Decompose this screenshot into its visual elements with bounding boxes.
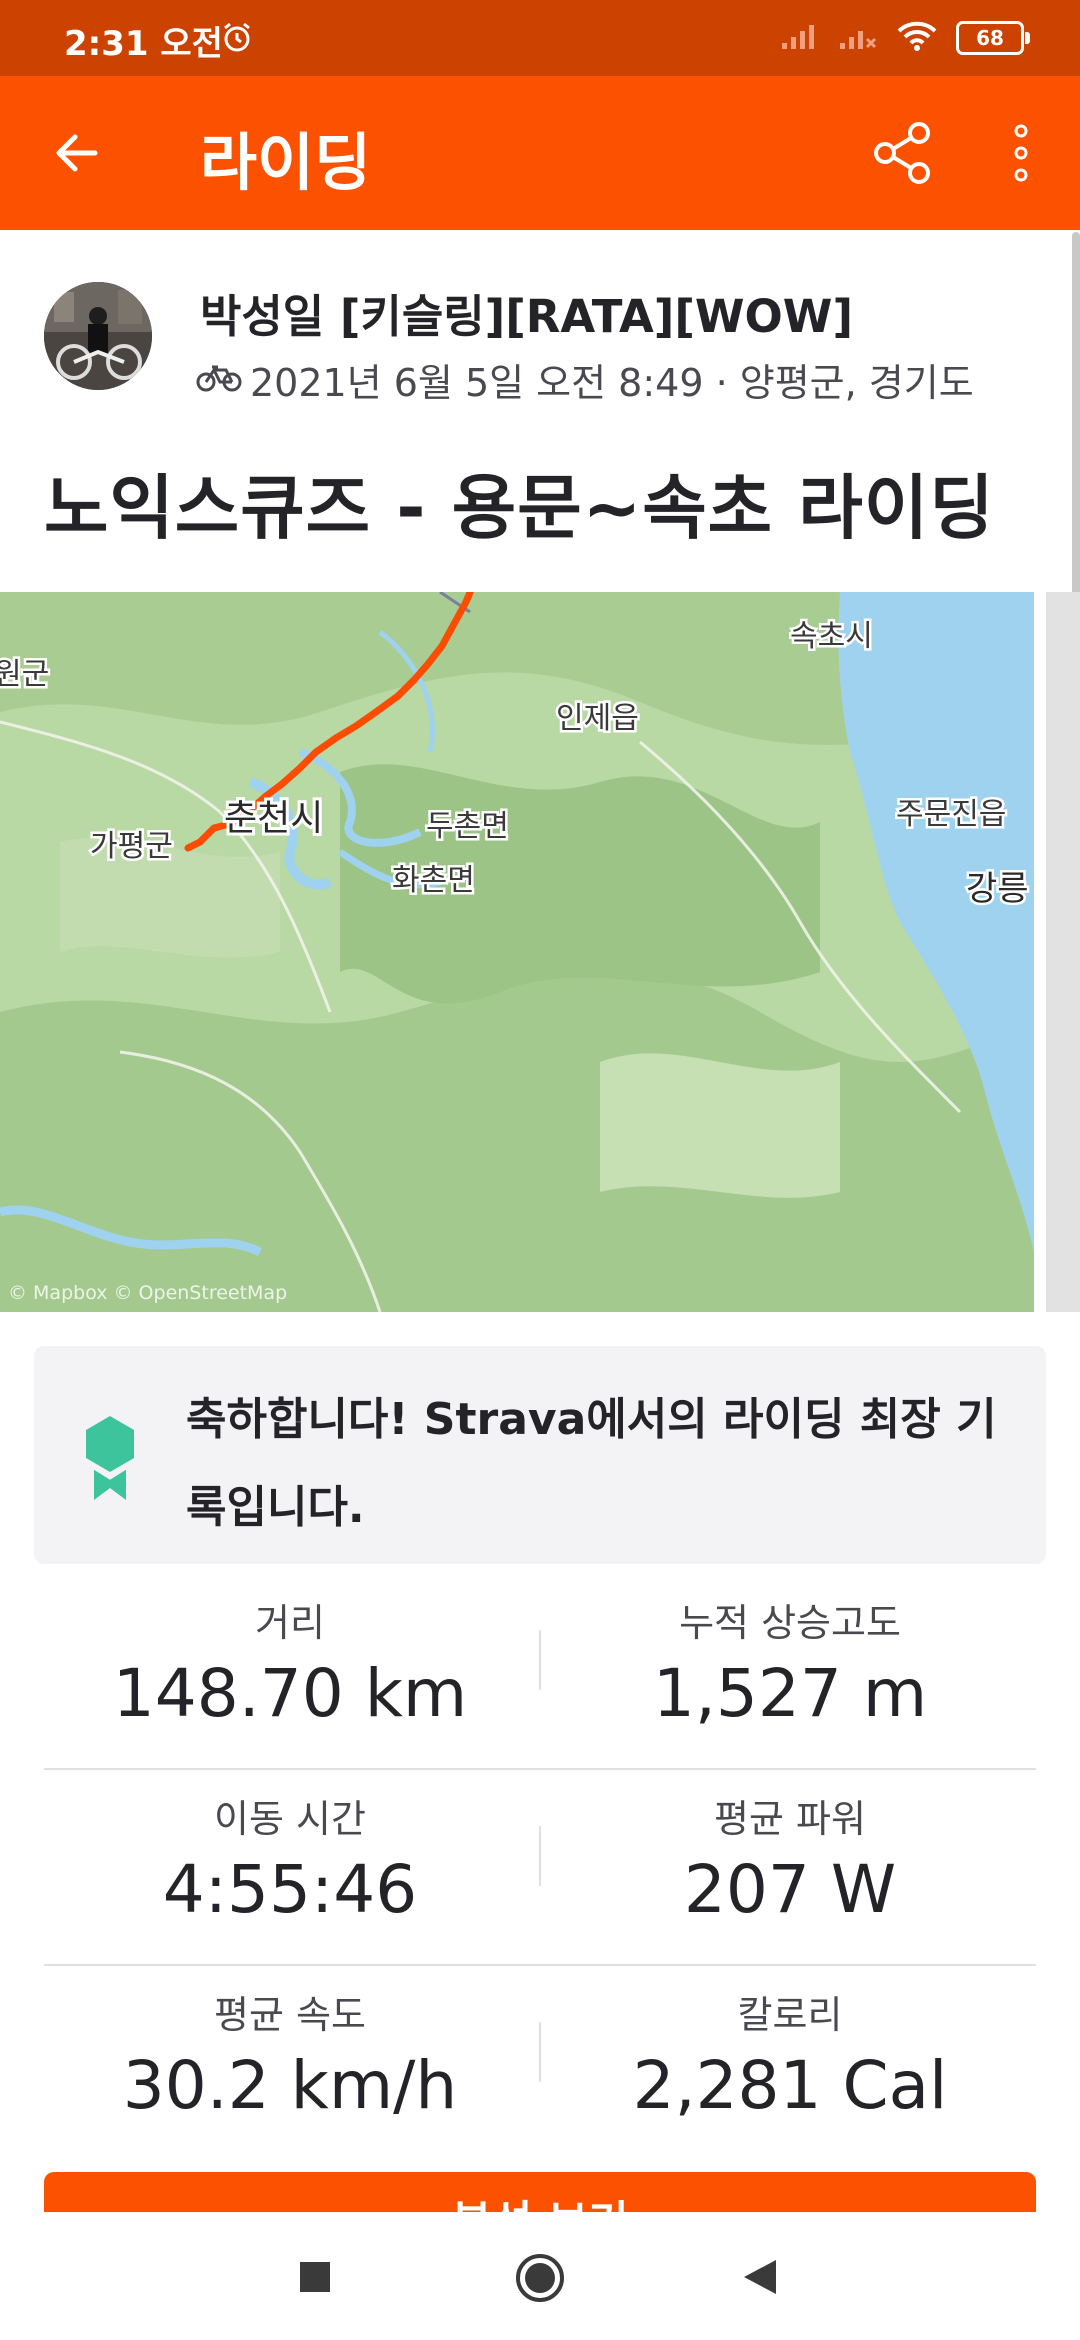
map-label-inje: 인제읍 bbox=[556, 701, 639, 736]
stat-value: 4:55:46 bbox=[162, 1851, 418, 1928]
signal-2-icon bbox=[838, 21, 878, 55]
achievement-text: 축하합니다! Strava에서의 라이딩 최장 기록입니다. bbox=[186, 1394, 997, 1533]
arrow-left-icon[interactable] bbox=[44, 120, 110, 186]
stat-distance: 거리 148.70 km bbox=[40, 1592, 540, 1732]
bike-icon bbox=[196, 358, 242, 402]
battery-indicator: 68 bbox=[956, 21, 1030, 55]
square-icon[interactable] bbox=[298, 2260, 332, 2298]
athlete-name[interactable]: 박성일 [키슬링][RATA][WOW] bbox=[200, 280, 853, 345]
map-label-wonju: 원군 bbox=[0, 657, 49, 692]
more-vertical-icon[interactable] bbox=[994, 116, 1048, 190]
map-label-sokcho: 속초시 bbox=[790, 619, 873, 654]
athlete-header: 박성일 [키슬링][RATA][WOW] 2021년 6월 5일 오전 8:49… bbox=[0, 230, 1080, 430]
app-bar: 라이딩 bbox=[0, 76, 1080, 230]
divider bbox=[44, 1964, 1036, 1966]
activity-date-location: 2021년 6월 5일 오전 8:49 · 양평군, 경기도 bbox=[250, 361, 974, 405]
share-icon[interactable] bbox=[866, 116, 940, 190]
signal-icon bbox=[780, 21, 820, 55]
stat-value: 1,527 m bbox=[652, 1655, 928, 1732]
stat-label: 평균 파워 bbox=[714, 1797, 866, 1841]
circle-icon[interactable] bbox=[514, 2252, 566, 2308]
stat-label: 이동 시간 bbox=[214, 1797, 366, 1841]
status-bar: 2:31 오전 68 bbox=[0, 0, 1080, 76]
map-next-preview[interactable] bbox=[1046, 592, 1080, 1312]
stat-value: 207 W bbox=[683, 1851, 897, 1928]
map-label-gangneung: 강릉 bbox=[966, 869, 1029, 909]
activity-meta: 2021년 6월 5일 오전 8:49 · 양평군, 경기도 bbox=[196, 352, 974, 407]
activity-title: 노익스큐즈 - 용문~속초 라이딩 bbox=[44, 467, 995, 549]
stat-average-speed: 평균 속도 30.2 km/h bbox=[40, 1984, 540, 2124]
status-time: 2:31 오전 bbox=[64, 24, 223, 64]
triangle-back-icon[interactable] bbox=[742, 2258, 778, 2300]
avatar[interactable] bbox=[44, 282, 152, 390]
stat-label: 평균 속도 bbox=[214, 1993, 366, 2037]
divider bbox=[44, 1768, 1036, 1770]
stat-label: 거리 bbox=[255, 1601, 325, 1645]
stat-value: 2,281 Cal bbox=[632, 2047, 948, 2124]
alarm-icon bbox=[220, 20, 254, 58]
stat-moving-time: 이동 시간 4:55:46 bbox=[40, 1788, 540, 1928]
stat-value: 148.70 km bbox=[112, 1655, 468, 1732]
page-title: 라이딩 bbox=[200, 126, 372, 199]
system-nav-bar bbox=[0, 2212, 1080, 2340]
stat-label: 누적 상승고도 bbox=[679, 1601, 901, 1645]
map-label-gapyeong: 가평군 bbox=[90, 829, 173, 864]
map-label-hwachon: 화촌면 bbox=[392, 863, 475, 898]
stat-label: 칼로리 bbox=[737, 1993, 843, 2037]
map-label-duchon: 두촌면 bbox=[426, 809, 509, 844]
stat-average-power: 평균 파워 207 W bbox=[540, 1788, 1040, 1928]
map-label-chuncheon: 춘천시 bbox=[224, 798, 323, 839]
stat-elevation-gain: 누적 상승고도 1,527 m bbox=[540, 1592, 1040, 1732]
map-attribution[interactable]: © Mapbox © OpenStreetMap bbox=[8, 1282, 287, 1304]
stat-calories: 칼로리 2,281 Cal bbox=[540, 1984, 1040, 2124]
stat-value: 30.2 km/h bbox=[122, 2047, 458, 2124]
achievement-banner: 축하합니다! Strava에서의 라이딩 최장 기록입니다. bbox=[34, 1346, 1046, 1564]
map-label-jumunjin: 주문진읍 bbox=[896, 797, 1006, 832]
route-map[interactable]: 속초시 원군 인제읍 주문진읍 춘천시 두촌면 가평군 화촌면 강릉 © Map… bbox=[0, 592, 1034, 1312]
wifi-icon bbox=[896, 20, 938, 56]
medal-icon bbox=[80, 1412, 140, 1508]
